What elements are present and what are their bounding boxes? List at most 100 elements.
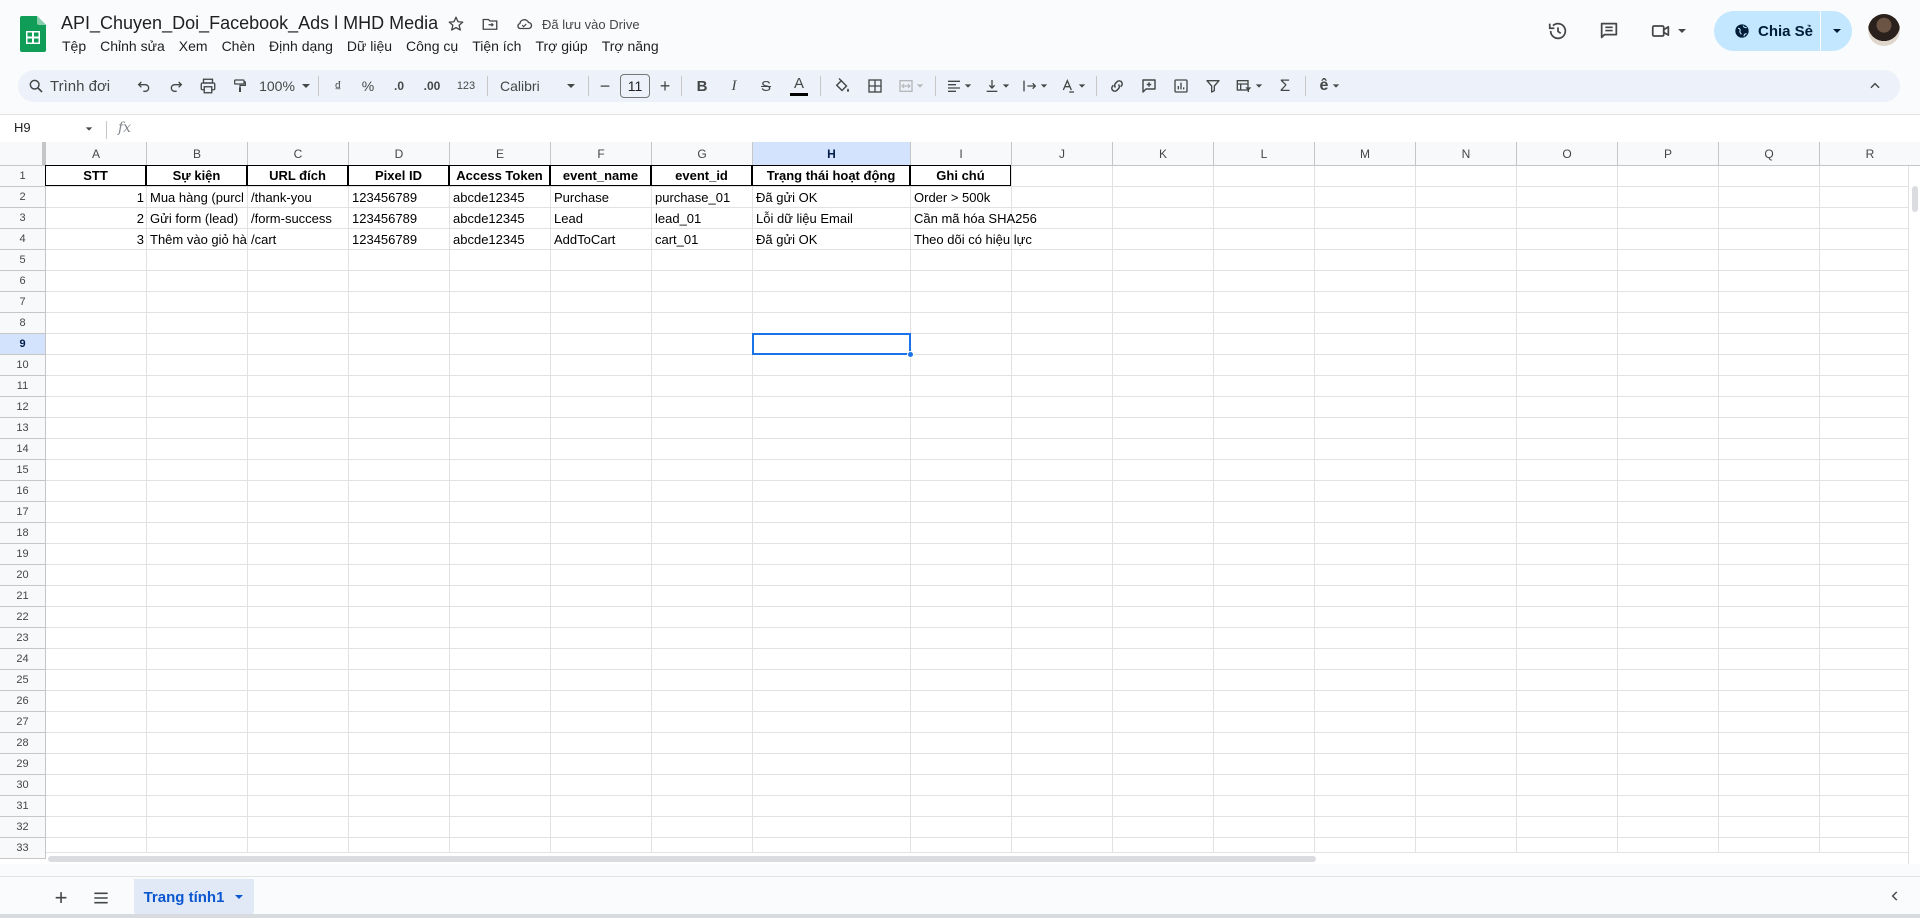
formula-input[interactable] — [146, 121, 1906, 139]
move-to-folder-icon[interactable] — [480, 14, 500, 34]
italic-button[interactable]: I — [718, 72, 750, 100]
cell-b2[interactable]: Mua hàng (purcl — [147, 187, 248, 208]
increase-font-size-icon[interactable]: + — [653, 72, 677, 100]
header-cell-h1[interactable]: Trạng thái hoạt động — [752, 165, 910, 186]
menu-insert[interactable]: Chèn — [215, 38, 262, 54]
vertical-align-icon[interactable] — [978, 72, 1016, 100]
cell-c3[interactable]: /form-success — [248, 208, 349, 229]
cell-i3[interactable]: Cần mã hóa SHA256 — [911, 208, 1037, 229]
text-color-button[interactable]: A — [782, 72, 816, 100]
meet-call-button[interactable] — [1638, 11, 1698, 51]
cell-d2[interactable]: 123456789 — [349, 187, 450, 208]
cell-a3[interactable]: 2 — [46, 208, 147, 229]
header-cell-e1[interactable]: Access Token — [449, 165, 550, 186]
bold-button[interactable]: B — [686, 72, 718, 100]
add-sheet-icon[interactable]: + — [46, 883, 76, 913]
cloud-saved-icon[interactable] — [514, 14, 534, 34]
cell-e2[interactable]: abcde12345 — [450, 187, 551, 208]
menu-extensions[interactable]: Tiện ích — [465, 38, 528, 54]
merge-cells-icon[interactable] — [891, 72, 931, 100]
cell-f2[interactable]: Purchase — [551, 187, 652, 208]
column-header-d[interactable]: D — [349, 142, 450, 166]
paint-format-icon[interactable] — [224, 72, 256, 100]
row-header-18[interactable]: 18 — [0, 523, 46, 544]
menu-help[interactable]: Trợ giúp — [528, 38, 594, 54]
row-header-17[interactable]: 17 — [0, 502, 46, 523]
filter-views-icon[interactable] — [1229, 72, 1269, 100]
collapse-side-panel-chevron-left-icon[interactable] — [1888, 889, 1902, 908]
cell-h2[interactable]: Đã gửi OK — [753, 187, 911, 208]
row-header-31[interactable]: 31 — [0, 796, 46, 817]
horizontal-scrollbar[interactable] — [46, 852, 1908, 864]
cell-b4[interactable]: Thêm vào giỏ hà — [147, 229, 248, 250]
cell-f3[interactable]: Lead — [551, 208, 652, 229]
row-header-10[interactable]: 10 — [0, 355, 46, 376]
header-cell-c1[interactable]: URL đích — [247, 165, 348, 186]
cell-i4[interactable]: Theo dõi có hiệu lực — [911, 229, 1032, 250]
borders-icon[interactable] — [859, 72, 891, 100]
redo-icon[interactable] — [160, 72, 192, 100]
row-header-12[interactable]: 12 — [0, 397, 46, 418]
column-header-c[interactable]: C — [248, 142, 349, 166]
cell-d4[interactable]: 123456789 — [349, 229, 450, 250]
row-header-33[interactable]: 33 — [0, 838, 46, 859]
fill-handle[interactable] — [907, 351, 914, 358]
row-header-3[interactable]: 3 — [0, 208, 46, 229]
cell-g4[interactable]: cart_01 — [652, 229, 753, 250]
row-header-13[interactable]: 13 — [0, 418, 46, 439]
column-header-h[interactable]: H — [753, 142, 911, 166]
row-header-15[interactable]: 15 — [0, 460, 46, 481]
percent-format-button[interactable]: % — [353, 72, 383, 100]
text-rotation-icon[interactable] — [1054, 72, 1092, 100]
row-header-29[interactable]: 29 — [0, 754, 46, 775]
menu-search[interactable]: Trình đơi — [18, 72, 128, 100]
insert-chart-icon[interactable] — [1165, 72, 1197, 100]
column-header-e[interactable]: E — [450, 142, 551, 166]
column-header-n[interactable]: N — [1416, 142, 1517, 166]
row-header-2[interactable]: 2 — [0, 187, 46, 208]
sheet-tab-trang-tinh1[interactable]: Trang tính1 — [134, 879, 254, 915]
column-header-o[interactable]: O — [1517, 142, 1618, 166]
undo-icon[interactable] — [128, 72, 160, 100]
number-format-button[interactable]: 123 — [449, 72, 483, 100]
row-header-9[interactable]: 9 — [0, 334, 46, 355]
version-history-icon[interactable] — [1538, 11, 1578, 51]
row-header-16[interactable]: 16 — [0, 481, 46, 502]
cell-g3[interactable]: lead_01 — [652, 208, 753, 229]
column-header-q[interactable]: Q — [1719, 142, 1820, 166]
print-icon[interactable] — [192, 72, 224, 100]
header-cell-b1[interactable]: Sự kiện — [146, 165, 247, 186]
input-tools-icon[interactable]: ê — [1310, 72, 1350, 100]
font-size-field[interactable]: 11 — [617, 72, 653, 100]
row-header-14[interactable]: 14 — [0, 439, 46, 460]
horizontal-scroll-thumb[interactable] — [48, 856, 1316, 862]
cell-d3[interactable]: 123456789 — [349, 208, 450, 229]
share-options-button[interactable] — [1821, 11, 1852, 51]
document-title[interactable]: API_Chuyen_Doi_Facebook_Ads l MHD Media — [61, 13, 438, 34]
text-wrapping-icon[interactable] — [1016, 72, 1054, 100]
insert-comment-icon[interactable] — [1133, 72, 1165, 100]
filter-icon[interactable] — [1197, 72, 1229, 100]
column-header-f[interactable]: F — [551, 142, 652, 166]
cell-c4[interactable]: /cart — [248, 229, 349, 250]
header-cell-d1[interactable]: Pixel ID — [348, 165, 449, 186]
functions-icon[interactable]: Σ — [1269, 72, 1301, 100]
strikethrough-button[interactable]: S — [750, 72, 782, 100]
cell-a4[interactable]: 3 — [46, 229, 147, 250]
menu-data[interactable]: Dữ liệu — [340, 38, 399, 54]
horizontal-align-icon[interactable] — [940, 72, 978, 100]
menu-tools[interactable]: Công cụ — [399, 38, 465, 54]
star-icon[interactable] — [446, 14, 466, 34]
cell-f4[interactable]: AddToCart — [551, 229, 652, 250]
cell-h3[interactable]: Lỗi dữ liệu Email — [753, 208, 911, 229]
font-family-select[interactable]: Calibri — [492, 72, 584, 100]
decrease-font-size-icon[interactable]: − — [593, 72, 617, 100]
cell-b3[interactable]: Gửi form (lead) — [147, 208, 248, 229]
menu-view[interactable]: Xem — [172, 38, 215, 54]
comments-icon[interactable] — [1589, 11, 1629, 51]
zoom-select[interactable]: 100% — [256, 72, 314, 100]
hide-menus-chevron-up-icon[interactable] — [1860, 72, 1890, 100]
fill-color-icon[interactable] — [825, 72, 859, 100]
name-box[interactable]: H9 — [14, 120, 31, 135]
row-header-8[interactable]: 8 — [0, 313, 46, 334]
